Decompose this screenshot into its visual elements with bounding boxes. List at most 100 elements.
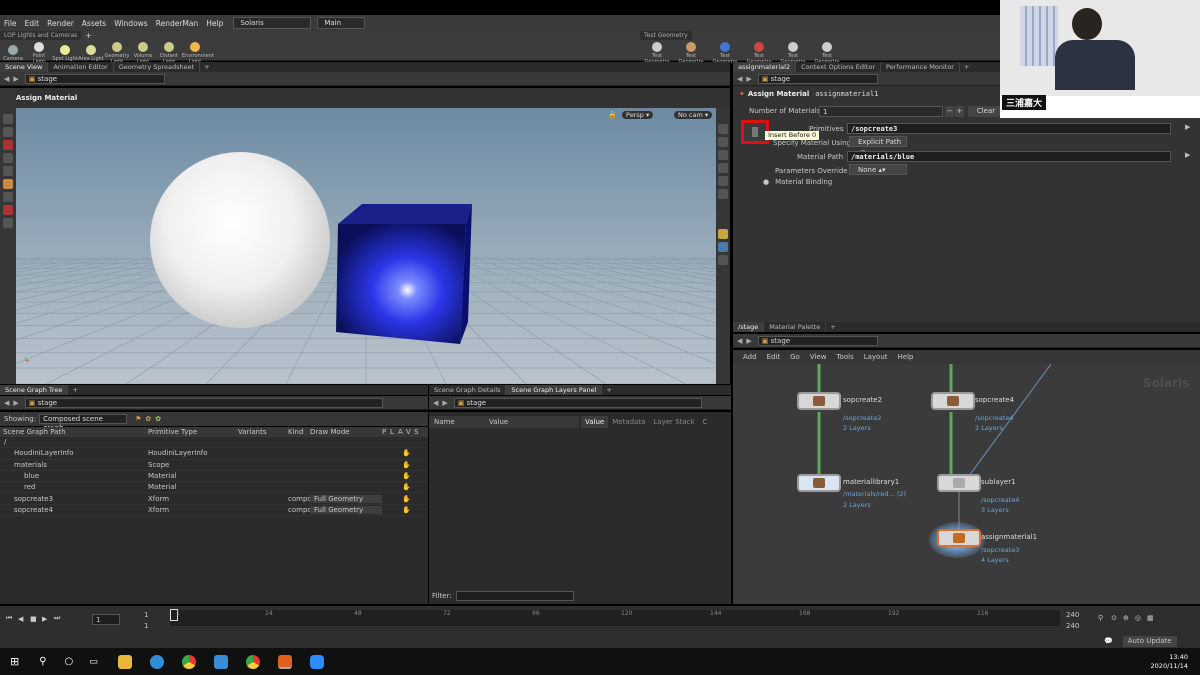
network-path[interactable]: ▣ stage	[757, 335, 878, 346]
audio-icon[interactable]: ⊕	[1123, 614, 1129, 622]
render-icon[interactable]	[718, 189, 728, 199]
col-name[interactable]: Name	[429, 418, 489, 426]
param-node-name[interactable]: assignmaterial1	[815, 90, 878, 98]
clear-button[interactable]: Clear	[968, 106, 1004, 117]
primitives-field[interactable]: /sopcreate3	[847, 123, 1171, 134]
menu-view[interactable]: View	[810, 353, 827, 361]
activation-icon[interactable]: ✋	[402, 483, 411, 491]
material-binding-folder[interactable]: ● Material Binding	[763, 178, 832, 186]
auto-update-dropdown[interactable]: Auto Update	[1122, 635, 1177, 647]
menu-edit[interactable]: Edit	[21, 19, 44, 28]
forward-arrow-icon[interactable]: ▶	[13, 75, 18, 83]
decrement-button[interactable]: −	[945, 106, 954, 117]
menu-layout[interactable]: Layout	[864, 353, 888, 361]
forward-arrow-icon[interactable]: ▶	[442, 399, 447, 407]
col-kind[interactable]: Kind	[288, 428, 310, 436]
table-row[interactable]: sopcreate3 Xform compo Full Geometry ✋	[0, 493, 428, 505]
collection-icon[interactable]: ✿	[145, 415, 151, 423]
search-icon[interactable]: ⚲	[39, 656, 46, 667]
expand-icon[interactable]: ●	[763, 178, 769, 186]
col-p[interactable]: P	[382, 428, 390, 436]
jump-start-icon[interactable]: ⏮	[6, 614, 18, 623]
add-tab-icon[interactable]: +	[964, 63, 969, 71]
filter-input[interactable]	[455, 591, 574, 601]
camera-dropdown[interactable]: No cam ▾	[674, 111, 713, 119]
table-row[interactable]: red Material ✋	[0, 482, 428, 494]
cube-object[interactable]	[334, 202, 476, 344]
activation-icon[interactable]: ✋	[402, 449, 411, 457]
camera-view-icon[interactable]	[718, 163, 728, 173]
menu-edit-net[interactable]: Edit	[767, 353, 781, 361]
multiparm-handle-icon[interactable]	[752, 127, 758, 137]
back-arrow-icon[interactable]: ◀	[737, 75, 742, 83]
table-row[interactable]: materials Scope ✋	[0, 460, 428, 471]
edge-icon[interactable]	[149, 654, 164, 669]
params-override-dropdown[interactable]: None ▴▾	[849, 164, 907, 175]
chrome-icon-2[interactable]	[245, 654, 260, 669]
back-arrow-icon[interactable]: ◀	[4, 399, 9, 407]
select-arrow-icon[interactable]: ▶	[1185, 123, 1190, 131]
tab-value[interactable]: Value	[581, 416, 609, 428]
realtime-icon[interactable]: ⊙	[1111, 614, 1117, 622]
forward-arrow-icon[interactable]: ▶	[746, 337, 751, 345]
wireframe-icon[interactable]	[718, 242, 728, 252]
menu-windows[interactable]: Windows	[110, 19, 151, 28]
tab-animation-editor[interactable]: Animation Editor	[48, 62, 114, 72]
back-arrow-icon[interactable]: ◀	[433, 399, 438, 407]
col-type[interactable]: Primitive Type	[148, 428, 238, 436]
forward-arrow-icon[interactable]: ▶	[13, 399, 18, 407]
node-sopcreate4[interactable]	[931, 392, 975, 410]
snapshot-icon[interactable]	[718, 176, 728, 186]
sim-icon[interactable]: ◎	[1135, 614, 1141, 622]
activation-icon[interactable]: ✋	[402, 495, 411, 503]
task-view-icon[interactable]: ▭	[89, 657, 98, 667]
add-tab-icon[interactable]: +	[830, 323, 835, 331]
forward-arrow-icon[interactable]: ▶	[746, 75, 751, 83]
light-tool-icon[interactable]	[3, 192, 13, 202]
activation-icon[interactable]: ✋	[402, 506, 411, 514]
view-tool-icon[interactable]	[3, 218, 13, 228]
tab-assignmaterial2[interactable]: assignmaterial2	[733, 62, 797, 72]
menu-tools[interactable]: Tools	[836, 353, 853, 361]
rotate-tool-icon[interactable]	[3, 140, 13, 150]
shelf-tab-lights[interactable]: LOP Lights and Cameras	[0, 31, 82, 40]
shelf-tab-test-geometry[interactable]: Test Geometry	[640, 31, 692, 40]
shelf-tool[interactable]: Area Light	[78, 43, 104, 62]
showing-dropdown[interactable]: Composed scene graph	[39, 414, 128, 432]
cache-icon[interactable]: ▦	[1147, 614, 1154, 622]
desktop-dropdown[interactable]: Solaris	[233, 17, 312, 29]
details-path[interactable]: ▣ stage	[453, 397, 702, 408]
frame-field[interactable]: 1	[92, 614, 120, 625]
start-frame-b[interactable]: 1	[144, 622, 148, 630]
display-option-icon[interactable]	[718, 124, 728, 134]
select-arrow-icon[interactable]: ▶	[1185, 151, 1190, 159]
scene-graph-path[interactable]: ▣ stage	[24, 397, 383, 408]
add-tab-icon[interactable]: +	[606, 386, 611, 394]
jump-end-icon[interactable]: ⏭	[54, 614, 66, 623]
lock-icon[interactable]: 🔒	[608, 111, 617, 119]
param-path[interactable]: ▣ stage	[757, 73, 878, 84]
back-arrow-icon[interactable]: ◀	[737, 337, 742, 345]
clock[interactable]: 13:40 2020/11/14	[1151, 653, 1188, 671]
specify-dropdown[interactable]: Explicit Path ▴▾	[849, 136, 907, 156]
chat-icon[interactable]: 💬	[1104, 637, 1113, 645]
col-v[interactable]: V	[406, 428, 414, 436]
move-tool-icon[interactable]	[3, 127, 13, 137]
tab-scene-graph-tree[interactable]: Scene Graph Tree	[0, 385, 69, 395]
menu-help[interactable]: Help	[202, 19, 227, 28]
file-explorer-icon[interactable]	[117, 654, 132, 669]
magnet-icon[interactable]	[3, 205, 13, 215]
menu-help-net[interactable]: Help	[898, 353, 914, 361]
col-l[interactable]: L	[390, 428, 398, 436]
table-row[interactable]: sopcreate4 Xform compo Full Geometry ✋	[0, 505, 428, 517]
activation-icon[interactable]: ✋	[402, 461, 411, 469]
end-frame-b[interactable]: 240	[1066, 622, 1079, 630]
houdini-icon[interactable]	[277, 654, 292, 669]
grid-toggle-icon[interactable]	[718, 229, 728, 239]
menu-assets[interactable]: Assets	[78, 19, 110, 28]
tab-context-options[interactable]: Context Options Editor	[796, 62, 881, 72]
chrome-icon[interactable]	[181, 654, 196, 669]
windows-start-icon[interactable]: ⊞	[10, 655, 19, 668]
viewport[interactable]: Persp ▾ No cam ▾ 🔒 ↳	[16, 108, 716, 384]
shading-icon[interactable]	[718, 137, 728, 147]
